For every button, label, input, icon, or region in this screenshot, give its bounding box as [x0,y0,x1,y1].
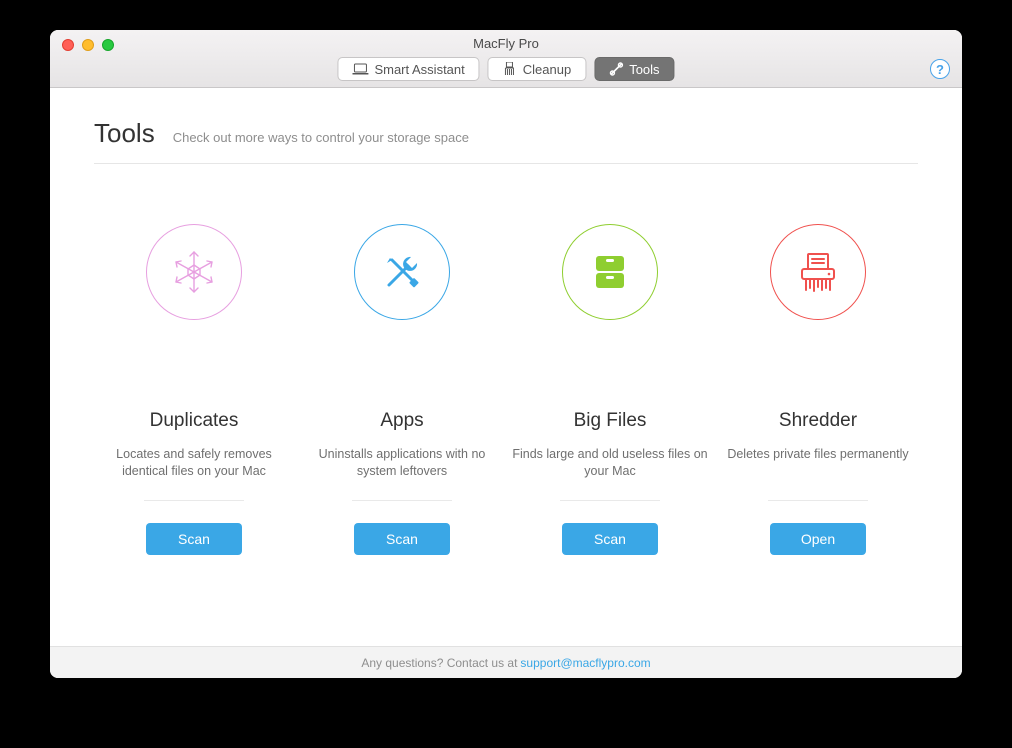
tools-icon [609,62,623,76]
archive-box-icon [562,224,658,320]
tab-cleanup[interactable]: Cleanup [488,57,586,81]
footer: Any questions? Contact us at support@mac… [50,646,962,678]
card-apps: Apps Uninstalls applications with no sys… [302,224,502,555]
top-tabs: Smart Assistant Cleanup Tools [337,57,674,81]
shredder-icon [770,224,866,320]
window-controls [62,39,114,51]
footer-text: Any questions? Contact us at [361,656,517,670]
snowflake-icon [146,224,242,320]
close-window-button[interactable] [62,39,74,51]
card-title: Duplicates [150,410,239,432]
card-shredder: Shredder Deletes private files permanent… [718,224,918,555]
tab-smart-assistant[interactable]: Smart Assistant [337,57,479,81]
tab-label: Cleanup [523,62,571,77]
card-title: Big Files [574,410,647,432]
open-shredder-button[interactable]: Open [770,523,866,555]
app-window: MacFly Pro Smart Assistant Cleanup Tools [50,30,962,678]
support-email-link[interactable]: support@macflypro.com [520,656,650,670]
divider [144,500,244,501]
card-desc: Uninstalls applications with no system l… [302,446,502,480]
card-title: Apps [380,410,423,432]
minimize-window-button[interactable] [82,39,94,51]
content-area: Tools Check out more ways to control you… [50,88,962,646]
broom-icon [503,62,517,76]
laptop-icon [352,63,368,75]
tab-label: Smart Assistant [374,62,464,77]
tab-label: Tools [629,62,659,77]
tool-cards: Duplicates Locates and safely removes id… [94,224,918,555]
help-button[interactable]: ? [930,59,950,79]
divider [768,500,868,501]
wrench-icon [354,224,450,320]
window-title: MacFly Pro [50,30,962,51]
zoom-window-button[interactable] [102,39,114,51]
page-title: Tools [94,118,155,149]
card-desc: Deletes private files permanently [727,446,908,480]
card-desc: Finds large and old useless files on you… [510,446,710,480]
card-title: Shredder [779,410,857,432]
page-subtitle: Check out more ways to control your stor… [173,130,469,145]
scan-apps-button[interactable]: Scan [354,523,450,555]
card-big-files: Big Files Finds large and old useless fi… [510,224,710,555]
card-duplicates: Duplicates Locates and safely removes id… [94,224,294,555]
divider [352,500,452,501]
divider [560,500,660,501]
card-desc: Locates and safely removes identical fil… [94,446,294,480]
titlebar: MacFly Pro Smart Assistant Cleanup Tools [50,30,962,88]
page-header: Tools Check out more ways to control you… [94,118,918,164]
scan-duplicates-button[interactable]: Scan [146,523,242,555]
scan-big-files-button[interactable]: Scan [562,523,658,555]
tab-tools[interactable]: Tools [594,57,674,81]
